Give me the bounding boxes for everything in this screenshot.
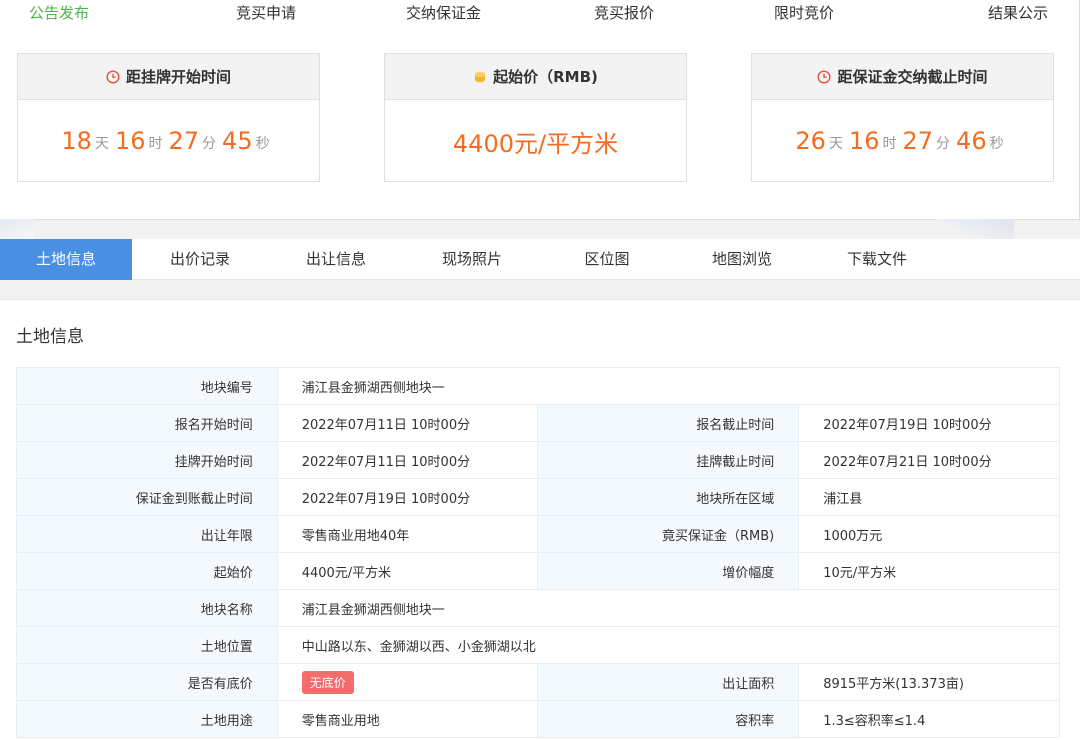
days-unit: 天 bbox=[828, 136, 843, 152]
process-steps: 公告发布 竞买申请 交纳保证金 竞买报价 限时竞价 结果公示 bbox=[0, 0, 1080, 30]
table-row: 出让年限 零售商业用地40年 竟买保证金（RMB) 1000万元 bbox=[16, 515, 1060, 553]
field-label: 增价幅度 bbox=[537, 552, 800, 590]
step-bidding[interactable]: 竞买报价 bbox=[594, 2, 654, 23]
days-value: 18 bbox=[61, 127, 92, 155]
field-value: 8915平方米(13.373亩) bbox=[798, 663, 1060, 701]
field-label: 土地位置 bbox=[16, 626, 278, 664]
field-label: 土地用途 bbox=[16, 700, 278, 738]
step-application[interactable]: 竞买申请 bbox=[236, 2, 296, 23]
field-value: 2022年07月11日 10时00分 bbox=[276, 404, 539, 442]
table-row: 起始价 4400元/平方米 增价幅度 10元/平方米 bbox=[16, 552, 1060, 590]
table-row: 地块名称 浦江县金狮湖西侧地块一 bbox=[16, 589, 1061, 627]
deposit-deadline-countdown: 距保证金交纳截止时间 26 天 16 时 27 分 46 秒 bbox=[751, 53, 1054, 182]
hours-unit: 时 bbox=[882, 136, 897, 152]
countdown-title: 距保证金交纳截止时间 bbox=[837, 68, 988, 86]
field-value: 中山路以东、金狮湖以西、小金狮湖以北 bbox=[276, 626, 1061, 664]
field-label: 保证金到账截止时间 bbox=[16, 478, 278, 516]
seconds-value: 45 bbox=[222, 127, 253, 155]
coin-icon bbox=[473, 70, 487, 84]
decorative-shape bbox=[934, 219, 1014, 239]
field-value: 2022年07月19日 10时00分 bbox=[276, 478, 539, 516]
minutes-value: 27 bbox=[168, 127, 200, 155]
minutes-unit: 分 bbox=[936, 136, 951, 152]
tab-bid-records[interactable]: 出价记录 bbox=[132, 239, 268, 280]
field-value: 无底价 bbox=[276, 663, 539, 701]
hours-value: 16 bbox=[114, 127, 146, 155]
hours-unit: 时 bbox=[148, 136, 163, 152]
field-value: 浦江县金狮湖西侧地块一 bbox=[276, 367, 1061, 405]
field-label: 地块编号 bbox=[16, 367, 278, 405]
field-label: 报名截止时间 bbox=[537, 404, 800, 442]
starting-price-value: 4400元/平方米 bbox=[452, 129, 619, 158]
clock-icon bbox=[106, 69, 120, 84]
table-row: 是否有底价 无底价 出让面积 8915平方米(13.373亩) bbox=[16, 663, 1060, 701]
field-value: 浦江县金狮湖西侧地块一 bbox=[276, 589, 1061, 627]
tab-location-map[interactable]: 区位图 bbox=[540, 239, 674, 280]
land-info-table: 地块编号 浦江县金狮湖西侧地块一 报名开始时间 2022年07月11日 10时0… bbox=[16, 367, 1061, 738]
auction-summary-card: 公告发布 竞买申请 交纳保证金 竞买报价 限时竞价 结果公示 距挂牌开始时间 1… bbox=[0, 0, 1080, 220]
starting-price-box: 起始价（RMB) 4400元/平方米 bbox=[384, 53, 687, 182]
tab-land-info[interactable]: 土地信息 bbox=[0, 239, 132, 280]
step-deposit[interactable]: 交纳保证金 bbox=[406, 2, 481, 23]
land-info-panel: 土地信息 地块编号 浦江县金狮湖西侧地块一 报名开始时间 2022年07月11日… bbox=[0, 299, 1080, 740]
panel-title: 土地信息 bbox=[16, 327, 84, 347]
field-label: 竟买保证金（RMB) bbox=[537, 515, 800, 553]
hours-value: 16 bbox=[848, 127, 880, 155]
tab-download-files[interactable]: 下载文件 bbox=[810, 239, 944, 280]
clock-icon bbox=[817, 69, 831, 84]
seconds-unit: 秒 bbox=[255, 136, 270, 152]
field-value: 浦江县 bbox=[798, 478, 1060, 516]
table-row: 土地用途 零售商业用地 容积率 1.3≤容积率≤1.4 bbox=[16, 700, 1060, 738]
field-label: 起始价 bbox=[16, 552, 278, 590]
field-label: 报名开始时间 bbox=[16, 404, 278, 442]
table-row: 报名开始时间 2022年07月11日 10时00分 报名截止时间 2022年07… bbox=[16, 404, 1060, 442]
field-value: 零售商业用地40年 bbox=[276, 515, 539, 553]
reserve-price-badge: 无底价 bbox=[301, 670, 354, 694]
field-label: 容积率 bbox=[537, 700, 800, 738]
tab-transfer-info[interactable]: 出让信息 bbox=[268, 239, 404, 280]
minutes-unit: 分 bbox=[202, 136, 217, 152]
field-label: 是否有底价 bbox=[16, 663, 278, 701]
field-label: 出让面积 bbox=[537, 663, 800, 701]
field-value: 1000万元 bbox=[798, 515, 1060, 553]
field-value: 4400元/平方米 bbox=[276, 552, 539, 590]
starting-price-title: 起始价（RMB) bbox=[493, 68, 598, 86]
detail-tabs: 土地信息 出价记录 出让信息 现场照片 区位图 地图浏览 下载文件 bbox=[0, 239, 1080, 280]
tab-site-photos[interactable]: 现场照片 bbox=[404, 239, 540, 280]
step-timed-bidding[interactable]: 限时竞价 bbox=[774, 2, 834, 23]
field-value: 2022年07月19日 10时00分 bbox=[798, 404, 1060, 442]
decorative-shape bbox=[0, 219, 34, 239]
table-row: 保证金到账截止时间 2022年07月19日 10时00分 地块所在区域 浦江县 bbox=[16, 478, 1060, 516]
table-row: 土地位置 中山路以东、金狮湖以西、小金狮湖以北 bbox=[16, 626, 1061, 664]
field-value: 10元/平方米 bbox=[798, 552, 1060, 590]
table-row: 地块编号 浦江县金狮湖西侧地块一 bbox=[16, 367, 1061, 405]
step-result[interactable]: 结果公示 bbox=[988, 2, 1048, 23]
seconds-value: 46 bbox=[956, 127, 987, 155]
field-label: 地块所在区域 bbox=[537, 478, 800, 516]
field-label: 地块名称 bbox=[16, 589, 278, 627]
field-value: 2022年07月11日 10时00分 bbox=[276, 441, 539, 479]
tab-map-browse[interactable]: 地图浏览 bbox=[674, 239, 810, 280]
days-unit: 天 bbox=[94, 136, 109, 152]
table-row: 挂牌开始时间 2022年07月11日 10时00分 挂牌截止时间 2022年07… bbox=[16, 441, 1060, 479]
field-label: 挂牌开始时间 bbox=[16, 441, 278, 479]
field-value: 零售商业用地 bbox=[276, 700, 539, 738]
minutes-value: 27 bbox=[902, 127, 934, 155]
field-value: 1.3≤容积率≤1.4 bbox=[798, 700, 1060, 738]
days-value: 26 bbox=[795, 127, 826, 155]
field-label: 挂牌截止时间 bbox=[537, 441, 800, 479]
step-announcement[interactable]: 公告发布 bbox=[29, 2, 89, 23]
seconds-unit: 秒 bbox=[989, 136, 1004, 152]
field-label: 出让年限 bbox=[16, 515, 278, 553]
listing-start-countdown: 距挂牌开始时间 18 天 16 时 27 分 45 秒 bbox=[17, 53, 320, 182]
countdown-title: 距挂牌开始时间 bbox=[125, 68, 231, 86]
field-value: 2022年07月21日 10时00分 bbox=[798, 441, 1060, 479]
